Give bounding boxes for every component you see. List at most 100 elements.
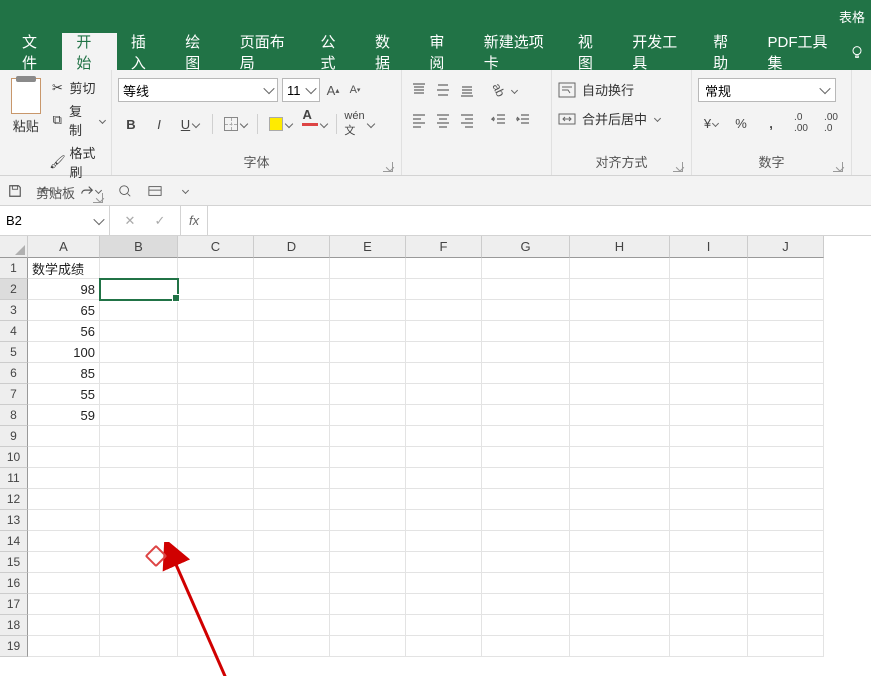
merge-center-button[interactable]: 合并后居中 — [558, 109, 660, 128]
bold-button[interactable]: B — [118, 112, 144, 136]
column-header[interactable]: C — [178, 236, 254, 258]
row-header[interactable]: 8 — [0, 405, 28, 426]
decrease-indent-button[interactable] — [488, 110, 510, 130]
cell[interactable] — [482, 426, 570, 447]
cell[interactable]: 59 — [28, 405, 100, 426]
tab-review[interactable]: 审阅 — [415, 33, 469, 70]
column-header[interactable]: G — [482, 236, 570, 258]
tab-home[interactable]: 开始 — [62, 33, 116, 70]
cell[interactable]: 数学成绩 — [28, 258, 100, 279]
cell[interactable] — [28, 573, 100, 594]
cell[interactable] — [330, 531, 406, 552]
tab-formulas[interactable]: 公式 — [307, 33, 361, 70]
align-right-button[interactable] — [456, 110, 478, 130]
number-format-select[interactable]: 常规 — [698, 78, 836, 102]
cell[interactable] — [670, 531, 748, 552]
cell[interactable] — [406, 363, 482, 384]
percent-button[interactable]: % — [728, 112, 754, 134]
cell[interactable] — [670, 447, 748, 468]
row-header[interactable]: 19 — [0, 636, 28, 657]
cell[interactable] — [100, 384, 178, 405]
cell[interactable] — [254, 321, 330, 342]
cell[interactable] — [748, 615, 824, 636]
tab-draw[interactable]: 绘图 — [171, 33, 225, 70]
cell[interactable] — [100, 531, 178, 552]
cell[interactable] — [406, 489, 482, 510]
cell[interactable]: 85 — [28, 363, 100, 384]
cell[interactable] — [254, 279, 330, 300]
cell[interactable] — [748, 258, 824, 279]
column-header[interactable]: A — [28, 236, 100, 258]
cell[interactable] — [254, 426, 330, 447]
cell[interactable] — [748, 342, 824, 363]
row-header[interactable]: 3 — [0, 300, 28, 321]
cell[interactable] — [178, 363, 254, 384]
cell[interactable] — [482, 615, 570, 636]
cell[interactable] — [748, 279, 824, 300]
cell[interactable] — [570, 426, 670, 447]
enter-formula-button[interactable]: ✓ — [152, 213, 168, 229]
cell[interactable] — [406, 405, 482, 426]
cell[interactable] — [330, 426, 406, 447]
cell[interactable] — [482, 279, 570, 300]
cell[interactable] — [482, 342, 570, 363]
cell[interactable] — [330, 594, 406, 615]
row-header[interactable]: 5 — [0, 342, 28, 363]
row-header[interactable]: 9 — [0, 426, 28, 447]
cell[interactable] — [100, 573, 178, 594]
column-header[interactable]: I — [670, 236, 748, 258]
cell[interactable] — [254, 363, 330, 384]
tab-view[interactable]: 视图 — [564, 33, 618, 70]
cell[interactable] — [100, 300, 178, 321]
cell[interactable] — [330, 489, 406, 510]
cell[interactable] — [330, 552, 406, 573]
cell[interactable] — [254, 594, 330, 615]
cell[interactable] — [482, 489, 570, 510]
cell[interactable] — [178, 384, 254, 405]
cell[interactable] — [482, 594, 570, 615]
cell[interactable] — [100, 468, 178, 489]
cell[interactable] — [100, 321, 178, 342]
align-middle-button[interactable] — [432, 80, 454, 100]
cell[interactable] — [254, 342, 330, 363]
cell[interactable] — [570, 552, 670, 573]
tab-pdf[interactable]: PDF工具集 — [754, 33, 848, 70]
decrease-decimal-button[interactable]: .00.0 — [818, 112, 844, 134]
cell[interactable] — [570, 510, 670, 531]
row-header[interactable]: 6 — [0, 363, 28, 384]
column-header[interactable]: J — [748, 236, 824, 258]
row-header[interactable]: 12 — [0, 489, 28, 510]
cell[interactable] — [670, 384, 748, 405]
cell[interactable] — [670, 258, 748, 279]
cell[interactable] — [100, 447, 178, 468]
cell[interactable] — [254, 258, 330, 279]
cell[interactable] — [670, 552, 748, 573]
cell[interactable] — [570, 447, 670, 468]
cell[interactable] — [254, 615, 330, 636]
cell[interactable] — [178, 531, 254, 552]
cell[interactable]: 100 — [28, 342, 100, 363]
cell[interactable] — [748, 468, 824, 489]
tell-me-icon[interactable] — [848, 33, 867, 70]
cell[interactable] — [178, 573, 254, 594]
cell[interactable] — [254, 636, 330, 657]
cell[interactable] — [254, 300, 330, 321]
cut-button[interactable]: ✂ 剪切 — [50, 78, 106, 97]
cell[interactable] — [748, 447, 824, 468]
cell[interactable] — [670, 279, 748, 300]
cell[interactable] — [406, 552, 482, 573]
cell[interactable] — [178, 405, 254, 426]
cell[interactable] — [748, 594, 824, 615]
cell[interactable] — [482, 552, 570, 573]
cell[interactable] — [406, 279, 482, 300]
increase-indent-button[interactable] — [512, 110, 534, 130]
cell[interactable] — [670, 342, 748, 363]
cell[interactable] — [178, 510, 254, 531]
tab-developer[interactable]: 开发工具 — [618, 33, 699, 70]
tab-insert[interactable]: 插入 — [117, 33, 171, 70]
cell[interactable] — [748, 363, 824, 384]
cell[interactable] — [330, 321, 406, 342]
cell[interactable] — [254, 447, 330, 468]
tab-data[interactable]: 数据 — [361, 33, 415, 70]
cell[interactable] — [482, 321, 570, 342]
